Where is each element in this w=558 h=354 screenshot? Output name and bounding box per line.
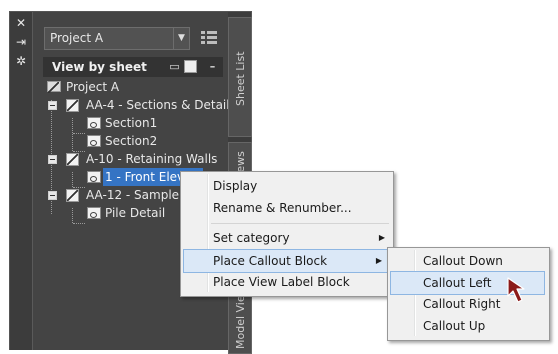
tree-item-label: A-10 - Retaining Walls — [86, 152, 218, 166]
project-select-value: Project A — [50, 31, 104, 45]
view-header: View by sheet ▭ – — [43, 57, 223, 77]
collapse-icon[interactable]: – — [206, 60, 219, 73]
tree-item-label: AA-12 - Sample — [86, 188, 180, 202]
pin-icon[interactable]: ⇥ — [13, 35, 29, 49]
details-view-icon[interactable] — [201, 31, 217, 45]
view-icon — [87, 135, 101, 147]
submenu-arrow-icon: ▶ — [375, 256, 382, 265]
menu-item-set-category[interactable]: Set category ▶ — [183, 227, 391, 249]
menu-item-display[interactable]: Display — [183, 175, 391, 197]
collapse-toggle-icon[interactable] — [48, 191, 57, 200]
tree-item-label: Project A — [66, 80, 120, 94]
mouse-cursor-icon — [507, 277, 525, 303]
tree-item-label: AA-4 - Sections & Details — [86, 98, 236, 112]
collapse-toggle-icon[interactable] — [48, 155, 57, 164]
chevron-down-icon[interactable]: ▼ — [173, 28, 189, 49]
menu-item-callout-down[interactable]: Callout Down — [390, 250, 547, 272]
sheet-set-icon — [47, 81, 61, 93]
view-icon — [87, 117, 101, 129]
open-folder-icon[interactable]: ▭ — [168, 60, 181, 73]
palette-toolstrip: ✕ ⇥ ✲ — [10, 12, 32, 350]
collapse-toggle-icon[interactable] — [48, 101, 57, 110]
submenu-arrow-icon: ▶ — [378, 233, 385, 242]
menu-item-place-view-label-block[interactable]: Place View Label Block — [183, 271, 391, 293]
sheet-icon — [66, 189, 79, 202]
tab-sheet-list[interactable]: Sheet List — [228, 17, 252, 137]
tree-item-label: Section2 — [105, 134, 158, 148]
tree-item-label: Pile Detail — [105, 206, 166, 220]
tree-item-label: Section1 — [105, 116, 158, 130]
close-icon[interactable]: ✕ — [13, 16, 29, 30]
project-select[interactable]: Project A ▼ — [44, 27, 190, 50]
sheet-icon — [66, 99, 79, 112]
menu-item-place-callout-block[interactable]: Place Callout Block ▶ — [183, 249, 389, 273]
view-icon — [87, 207, 101, 219]
settings-icon[interactable]: ✲ — [13, 54, 29, 68]
menu-item-rename-renumber[interactable]: Rename & Renumber... — [183, 197, 391, 219]
view-header-title: View by sheet — [52, 60, 147, 74]
sheet-icon[interactable] — [184, 60, 197, 73]
sheet-icon — [66, 153, 79, 166]
view-icon — [87, 171, 101, 183]
menu-item-callout-up[interactable]: Callout Up — [390, 315, 547, 337]
context-menu: Display Rename & Renumber... Set categor… — [180, 171, 394, 297]
